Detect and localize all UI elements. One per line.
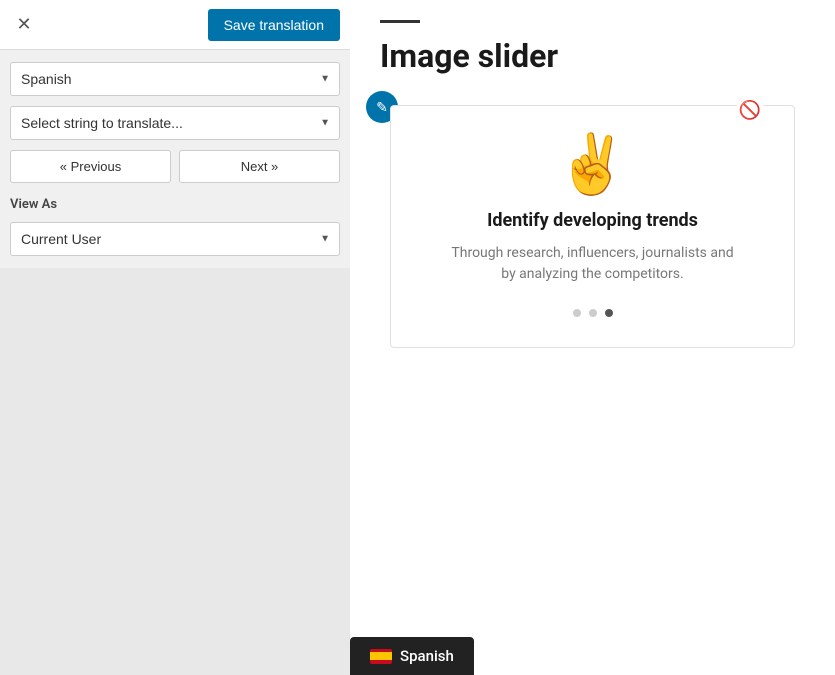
slide-description: Through research, influencers, journalis…: [443, 243, 743, 285]
no-icon: 🚫: [739, 100, 761, 121]
view-as-select-wrapper: Current User: [10, 222, 340, 256]
slide-dots: [411, 309, 774, 317]
string-select[interactable]: Select string to translate...: [10, 106, 340, 140]
delete-slide-button[interactable]: 🚫: [736, 96, 764, 124]
dot-2[interactable]: [589, 309, 597, 317]
next-button[interactable]: Next »: [179, 150, 340, 183]
slider-container: 🚫 ✌️ Identify developing trends Through …: [390, 105, 795, 348]
page-title: Image slider: [380, 37, 805, 75]
slide-title: Identify developing trends: [411, 210, 774, 231]
language-badge-label: Spanish: [400, 647, 454, 665]
language-select-wrapper: Spanish: [10, 62, 340, 96]
controls-area: Spanish Select string to translate... « …: [0, 50, 350, 268]
section-divider: [380, 20, 420, 23]
slider-wrapper: ✎ 🚫 ✌️ Identify developing trends Throug…: [380, 105, 805, 348]
previous-button[interactable]: « Previous: [10, 150, 171, 183]
dot-3[interactable]: [605, 309, 613, 317]
dot-1[interactable]: [573, 309, 581, 317]
string-select-wrapper: Select string to translate...: [10, 106, 340, 140]
language-badge[interactable]: Spanish: [350, 637, 474, 675]
pencil-icon: ✎: [376, 99, 388, 116]
spanish-flag-icon: [370, 649, 392, 664]
nav-buttons: « Previous Next »: [10, 150, 340, 183]
left-panel: ✕ Save translation Spanish Select string…: [0, 0, 350, 675]
save-translation-button[interactable]: Save translation: [208, 9, 340, 41]
language-select[interactable]: Spanish: [10, 62, 340, 96]
view-as-label: View As: [10, 197, 340, 212]
right-panel: Image slider ✎ 🚫 ✌️ Identify developing …: [350, 0, 835, 675]
slide-icon: ✌️: [411, 136, 774, 194]
view-as-select[interactable]: Current User: [10, 222, 340, 256]
top-bar: ✕ Save translation: [0, 0, 350, 50]
close-button[interactable]: ✕: [10, 11, 38, 39]
left-gray-area: [0, 268, 350, 675]
